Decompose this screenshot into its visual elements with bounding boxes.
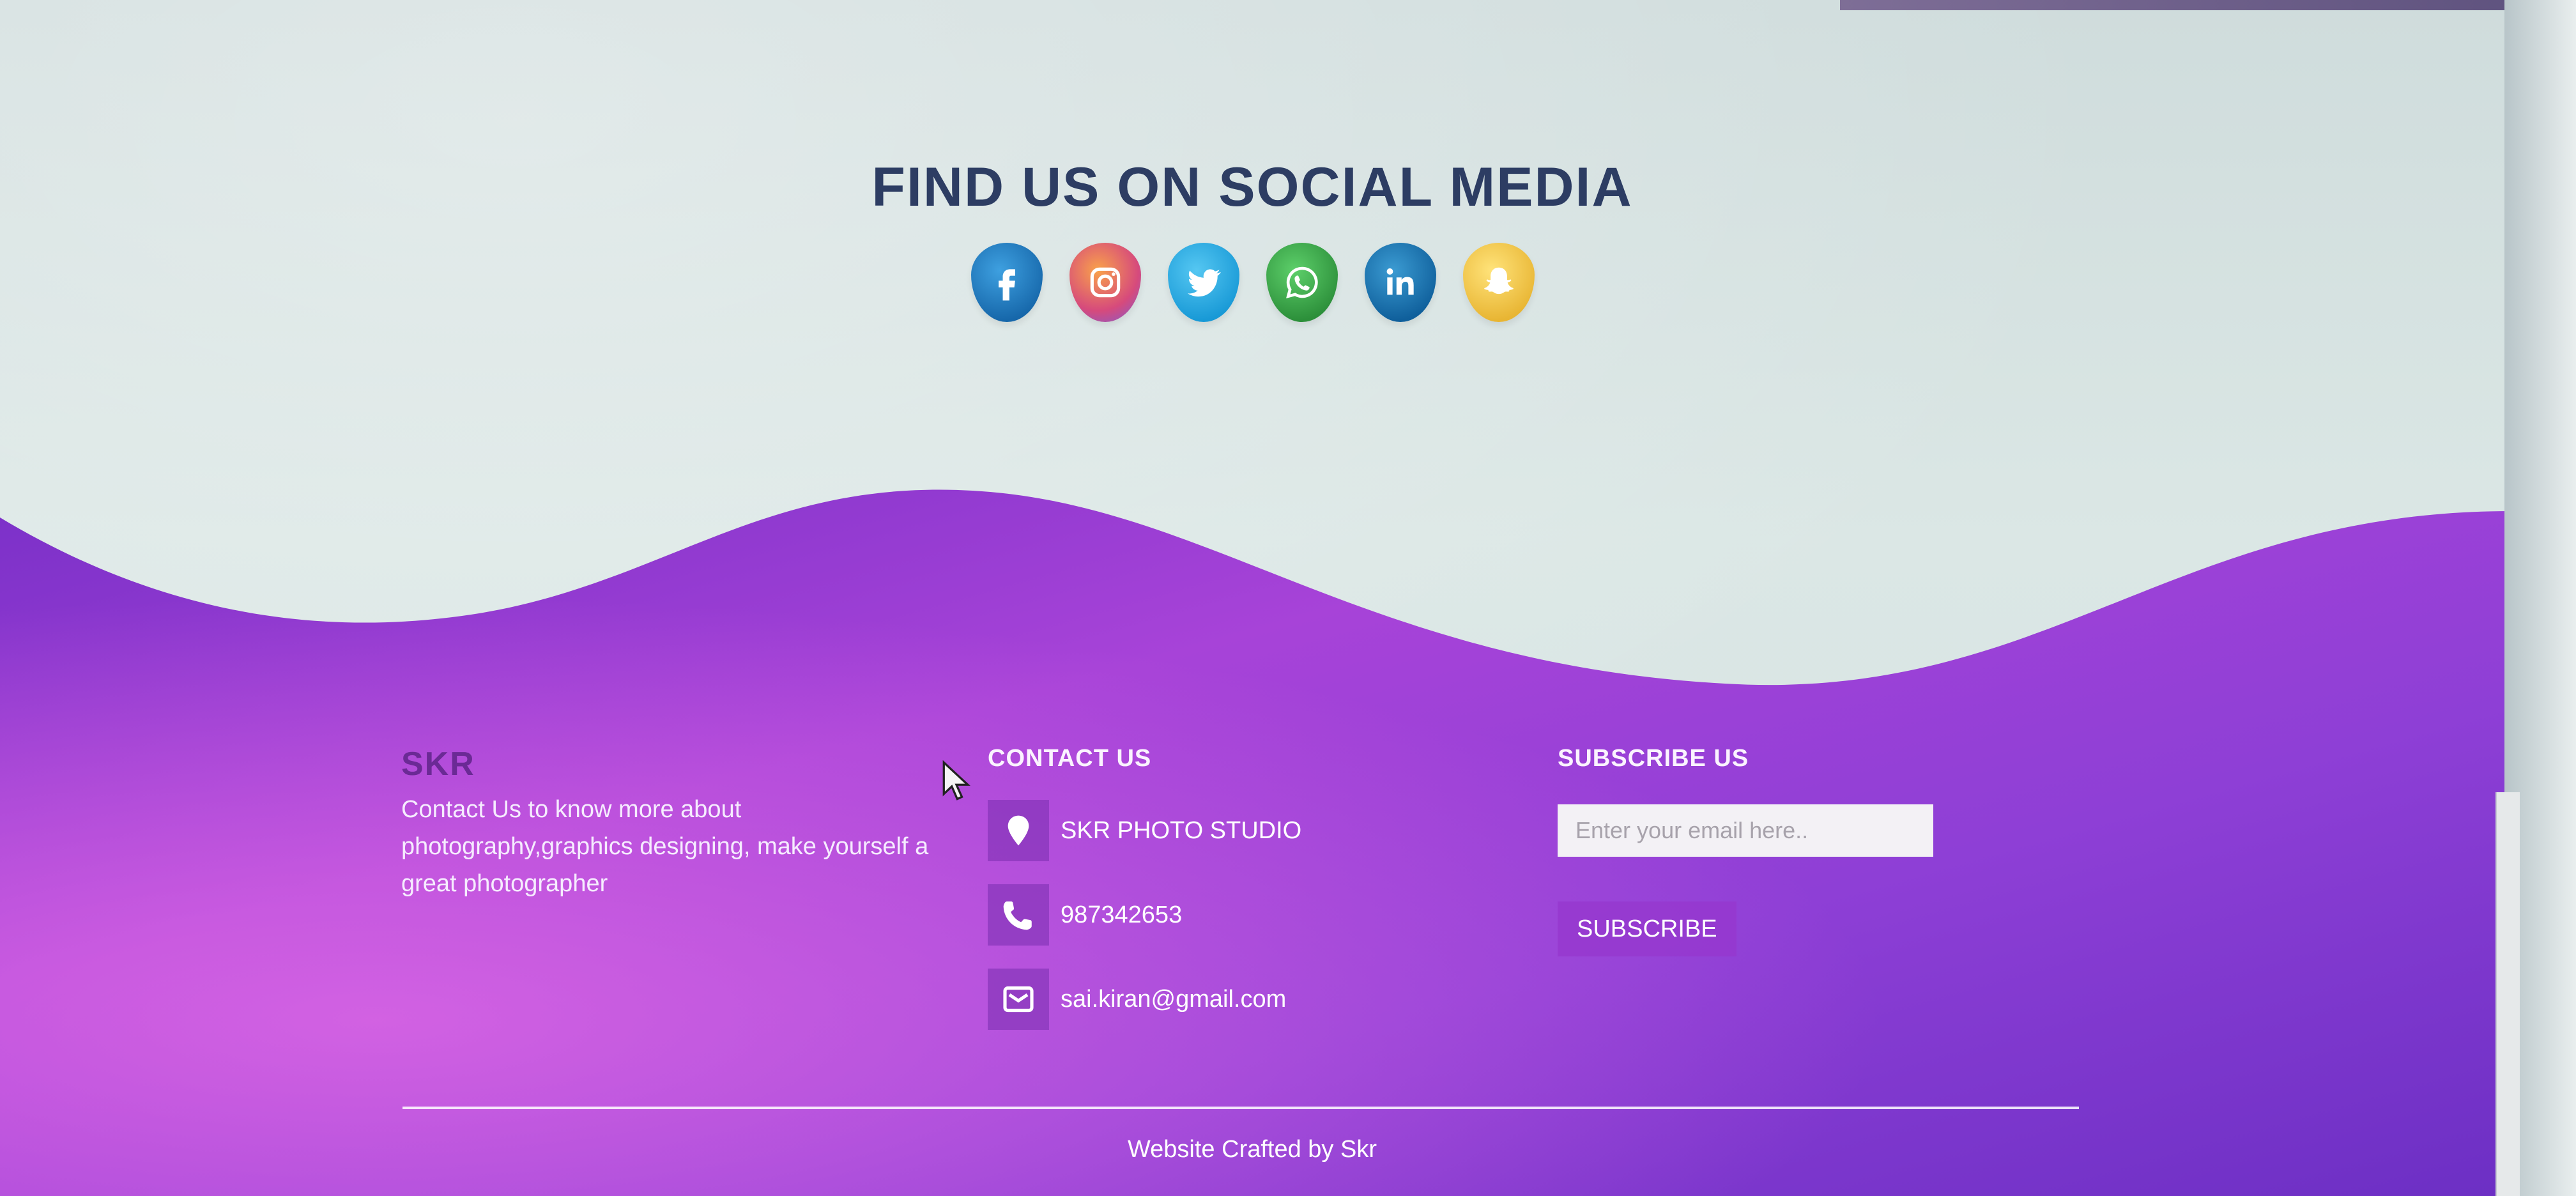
location-pin-icon [988, 800, 1049, 861]
contact-item-text: SKR PHOTO STUDIO [1061, 816, 1302, 844]
footer: SKR Contact Us to know more about photog… [0, 0, 2576, 1196]
brand-description: Contact Us to know more about photograph… [401, 796, 929, 897]
subscribe-button[interactable]: SUBSCRIBE [1558, 901, 1736, 956]
envelope-icon [988, 969, 1049, 1030]
footer-subscribe-column: SUBSCRIBE US SUBSCRIBE [1558, 745, 2005, 956]
page-root: FIND US ON SOCIAL MEDIA SKR Contact Us t… [0, 0, 2576, 1196]
subscribe-heading: SUBSCRIBE US [1558, 745, 1749, 772]
contact-item-text: sai.kiran@gmail.com [1061, 985, 1287, 1013]
contact-item-studio: SKR PHOTO STUDIO [988, 800, 1512, 861]
contact-item-phone: 987342653 [988, 884, 1512, 946]
contact-item-email: sai.kiran@gmail.com [988, 969, 1512, 1030]
footer-contact-column: CONTACT US SKR PHOTO STUDIO 987342653 sa… [988, 745, 1512, 1054]
footer-credit: Website Crafted by Skr [1127, 1136, 1377, 1163]
contact-heading: CONTACT US [988, 745, 1152, 772]
footer-divider [402, 1107, 2079, 1109]
footer-brand-column: SKR Contact Us to know more about photog… [401, 745, 951, 902]
phone-icon [988, 884, 1049, 946]
email-input[interactable] [1558, 804, 1933, 857]
contact-list: SKR PHOTO STUDIO 987342653 sai.kiran@gma… [988, 800, 1512, 1030]
brand-title: SKR [401, 746, 475, 783]
contact-item-text: 987342653 [1061, 901, 1183, 928]
